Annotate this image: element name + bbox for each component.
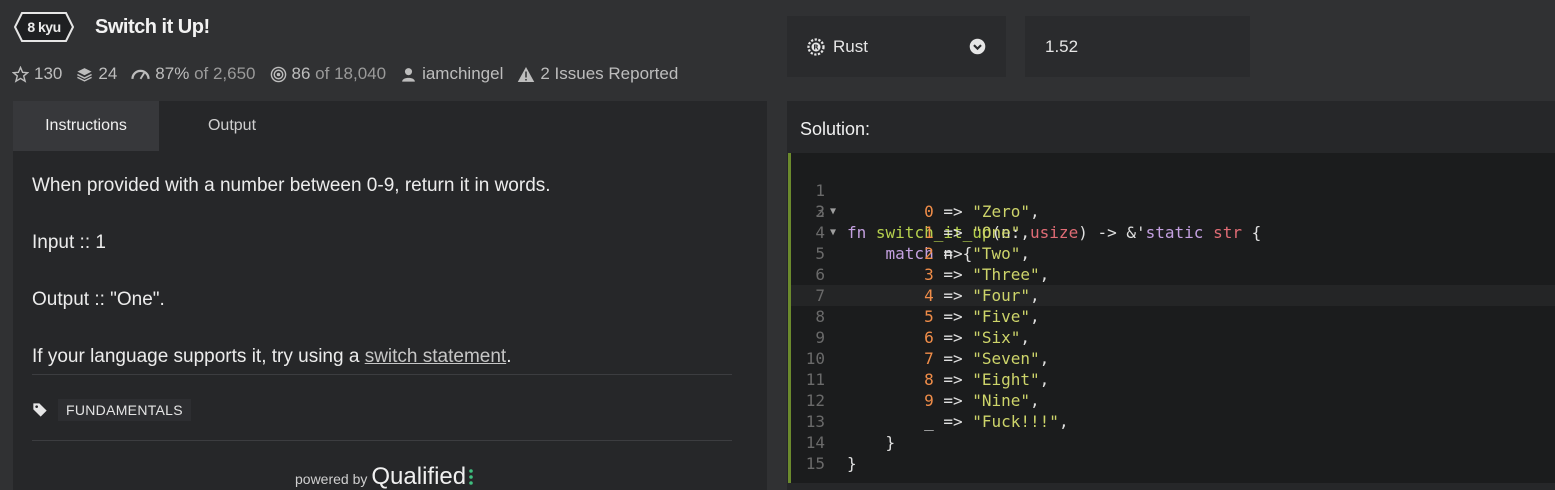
tag-row: FUNDAMENTALS: [32, 399, 191, 421]
target-icon: [270, 66, 287, 83]
code-line: 11 8 => "Eight",: [791, 369, 1555, 390]
code-line: 14 }: [791, 432, 1555, 453]
powered-by[interactable]: powered by Qualified: [295, 463, 473, 490]
chevron-down-icon: [969, 38, 986, 55]
code-text: }: [847, 454, 857, 473]
version-select[interactable]: 1.52: [1025, 16, 1250, 77]
user-icon: [400, 66, 417, 83]
issues-text: 2 Issues Reported: [540, 64, 679, 83]
kata-title: Switch it Up!: [95, 16, 210, 38]
code-line: 4 1 => "One",: [791, 222, 1555, 243]
author-name: iamchingel: [422, 64, 504, 83]
layers-icon: [76, 66, 93, 83]
stars-stat[interactable]: 130: [12, 64, 62, 84]
instructions-content: When provided with a number between 0-9,…: [32, 175, 732, 403]
code-lines: 1 ▼ fn switch_it_up(n: usize) -> &'stati…: [791, 159, 1555, 474]
star-icon: [12, 65, 29, 83]
kata-stats: 130 24 87% of 2,650 86 of 18,040 iamchin…: [12, 62, 692, 86]
line-number: 3: [815, 202, 825, 221]
code-text: 8 => "Eight",: [924, 370, 1050, 389]
code-text: 5 => "Five",: [924, 307, 1040, 326]
solution-panel: Solution: 1 ▼ fn switch_it_up(n: usize) …: [787, 101, 1555, 490]
gauge-icon: [131, 66, 150, 83]
completed-of: of 18,040: [315, 64, 387, 83]
solution-label: Solution:: [800, 119, 871, 139]
completed-stat: 86 of 18,040: [270, 64, 387, 84]
code-line: 2 ▼ match n {: [791, 180, 1555, 263]
panel-tabs: Instructions Output: [13, 101, 767, 151]
line-number: 9: [815, 328, 825, 347]
line-number: 6: [815, 265, 825, 284]
line-number: 14: [805, 433, 825, 452]
instruction-line-1: When provided with a number between 0-9,…: [32, 175, 551, 196]
svg-text:R: R: [813, 43, 819, 51]
collections-count: 24: [98, 64, 118, 83]
tab-instructions[interactable]: Instructions: [13, 101, 159, 151]
switch-statement-link[interactable]: switch statement: [365, 346, 507, 367]
code-text: _ => "Fuck!!!",: [924, 412, 1069, 431]
line-number: 15: [805, 454, 825, 473]
code-text: 6 => "Six",: [924, 328, 1031, 347]
code-text: 4 => "Four",: [924, 286, 1040, 305]
instruction-line-4-suffix: .: [506, 346, 512, 367]
issues-stat[interactable]: 2 Issues Reported: [517, 64, 678, 84]
instructions-panel: Instructions Output When provided with a…: [13, 101, 767, 490]
warning-icon: [517, 66, 535, 83]
satisfaction-stat: 87% of 2,650: [131, 64, 256, 84]
divider: [32, 440, 732, 441]
stars-count: 130: [34, 64, 63, 83]
line-number: 7: [815, 286, 825, 305]
line-number: 5: [815, 244, 825, 263]
satisfaction-of: of 2,650: [194, 64, 256, 83]
code-text: }: [885, 433, 896, 452]
instruction-line-3: Output :: "One".: [32, 289, 165, 310]
satisfaction-pct: 87%: [155, 64, 190, 83]
code-text: 9 => "Nine",: [924, 391, 1040, 410]
rust-icon: R: [807, 37, 825, 56]
code-editor[interactable]: 1 ▼ fn switch_it_up(n: usize) -> &'stati…: [788, 153, 1555, 483]
rank-badge: 8 kyu: [14, 12, 74, 42]
language-select[interactable]: R Rust: [787, 16, 1006, 77]
author-stat[interactable]: iamchingel: [400, 64, 503, 84]
code-text: 7 => "Seven",: [924, 349, 1050, 368]
code-text: 1 => "One",: [924, 223, 1031, 242]
code-line: 13 _ => "Fuck!!!",: [791, 411, 1555, 432]
line-number: 4: [815, 223, 825, 242]
code-text: 0 => "Zero",: [924, 202, 1040, 221]
code-line-active: 7 4 => "Four",: [791, 285, 1555, 306]
qualified-dots-icon: [469, 468, 473, 486]
powered-by-text: powered by: [295, 471, 368, 487]
divider: [32, 374, 732, 375]
language-label: Rust: [833, 36, 868, 56]
code-line: 1 ▼ fn switch_it_up(n: usize) -> &'stati…: [791, 159, 1555, 242]
rank-label: 8 kyu: [27, 19, 61, 35]
line-number: 13: [805, 412, 825, 431]
code-line: 10 7 => "Seven",: [791, 348, 1555, 369]
line-number: 11: [805, 370, 825, 389]
code-line: 9 6 => "Six",: [791, 327, 1555, 348]
completed-count: 86: [291, 64, 311, 83]
instruction-line-4-prefix: If your language supports it, try using …: [32, 346, 365, 367]
line-number: 12: [805, 391, 825, 410]
code-line: 15}: [791, 453, 1555, 474]
line-number: 8: [815, 307, 825, 326]
instruction-line-2: Input :: 1: [32, 232, 106, 253]
line-number: 10: [805, 349, 825, 368]
code-text: 3 => "Three",: [924, 265, 1050, 284]
qualified-logo: Qualified: [371, 463, 467, 490]
code-line: 6 3 => "Three",: [791, 264, 1555, 285]
code-line: 5 2 => "Two",: [791, 243, 1555, 264]
tag-fundamentals[interactable]: FUNDAMENTALS: [58, 399, 191, 421]
collections-stat[interactable]: 24: [76, 64, 117, 84]
code-line: 3 0 => "Zero",: [791, 201, 1555, 222]
code-line: 8 5 => "Five",: [791, 306, 1555, 327]
tag-icon: [32, 402, 48, 418]
code-line: 12 9 => "Nine",: [791, 390, 1555, 411]
version-label: 1.52: [1045, 36, 1079, 56]
tab-output[interactable]: Output: [159, 101, 305, 151]
code-text: 2 => "Two",: [924, 244, 1031, 263]
